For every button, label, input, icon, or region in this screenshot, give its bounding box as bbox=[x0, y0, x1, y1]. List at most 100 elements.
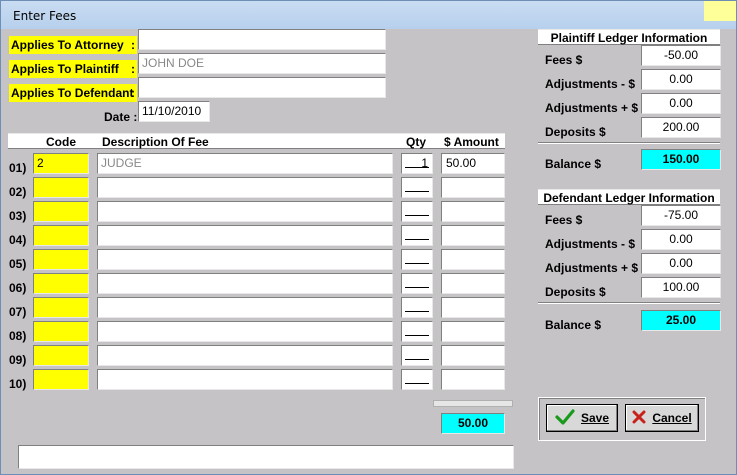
fee-code-field[interactable] bbox=[33, 249, 89, 270]
fee-qty-field[interactable] bbox=[401, 297, 433, 318]
fee-qty-field[interactable] bbox=[401, 177, 433, 198]
fee-qty-field[interactable] bbox=[401, 225, 433, 246]
save-button[interactable]: Save bbox=[546, 404, 618, 432]
defendant-fees-field[interactable]: -75.00 bbox=[641, 205, 721, 226]
row-number: 09) bbox=[9, 353, 27, 367]
fee-description-field[interactable] bbox=[97, 225, 393, 246]
plaintiff-ledger-title: Plaintiff Ledger Information bbox=[538, 29, 720, 45]
fee-code-field[interactable] bbox=[33, 225, 89, 246]
defendant-adj-minus-label: Adjustments - $ bbox=[545, 237, 636, 251]
plaintiff-fees-field[interactable]: -50.00 bbox=[641, 45, 721, 66]
plaintiff-adj-minus-label: Adjustments - $ bbox=[545, 77, 636, 91]
date-label: Date : bbox=[104, 110, 138, 124]
fee-qty-field[interactable] bbox=[401, 321, 433, 342]
fee-code-field[interactable] bbox=[33, 345, 89, 366]
defendant-ledger-title: Defendant Ledger Information bbox=[538, 189, 720, 205]
title-bar: Enter Fees bbox=[1, 1, 736, 29]
attorney-field[interactable] bbox=[138, 29, 386, 50]
fee-amount-field[interactable] bbox=[441, 177, 505, 198]
date-field[interactable]: 11/10/2010 bbox=[138, 101, 210, 122]
row-number: 03) bbox=[9, 209, 27, 223]
plaintiff-adj-plus-field[interactable]: 0.00 bbox=[641, 93, 721, 114]
attorney-colon: : bbox=[131, 38, 135, 52]
total-amount: 50.00 bbox=[441, 413, 505, 434]
defendant-field[interactable] bbox=[138, 77, 386, 98]
qty-header: Qty bbox=[406, 135, 427, 149]
fee-amount-field[interactable] bbox=[441, 297, 505, 318]
qty-underline bbox=[405, 215, 429, 216]
row-number: 06) bbox=[9, 281, 27, 295]
plaintiff-field[interactable]: JOHN DOE bbox=[138, 53, 386, 74]
fee-description-field[interactable] bbox=[97, 273, 393, 294]
save-button-label: Save bbox=[580, 411, 610, 425]
fee-qty-field[interactable] bbox=[401, 201, 433, 222]
qty-underline bbox=[405, 239, 429, 240]
total-divider bbox=[433, 400, 513, 407]
row-number: 08) bbox=[9, 329, 27, 343]
defendant-deposits-field[interactable]: 100.00 bbox=[641, 277, 721, 298]
fee-description-field[interactable] bbox=[97, 249, 393, 270]
fees-table-header: Code Description Of Fee Qty $ Amount bbox=[8, 133, 505, 149]
defendant-colon: : bbox=[131, 86, 135, 100]
defendant-label: Applies To Defendant bbox=[9, 84, 137, 102]
plaintiff-adj-plus-label: Adjustments + $ bbox=[545, 101, 639, 115]
fee-amount-field[interactable] bbox=[441, 201, 505, 222]
fee-description-field[interactable] bbox=[97, 369, 393, 390]
code-header: Code bbox=[46, 135, 76, 149]
defendant-balance-field: 25.00 bbox=[641, 310, 721, 331]
qty-underline bbox=[405, 359, 429, 360]
cancel-button-label: Cancel bbox=[652, 411, 692, 425]
checkmark-icon bbox=[555, 408, 575, 428]
fee-code-field[interactable] bbox=[33, 273, 89, 294]
plaintiff-label: Applies To Plaintiff bbox=[9, 60, 137, 78]
fee-description-field[interactable] bbox=[97, 345, 393, 366]
defendant-fees-label: Fees $ bbox=[545, 213, 583, 227]
fee-qty-field[interactable] bbox=[401, 249, 433, 270]
defendant-adj-plus-field[interactable]: 0.00 bbox=[641, 253, 721, 274]
fee-code-field[interactable] bbox=[33, 321, 89, 342]
fee-amount-field[interactable] bbox=[441, 225, 505, 246]
qty-underline bbox=[405, 263, 429, 264]
enter-fees-window: Enter Fees Applies To Attorney : Applies… bbox=[0, 0, 737, 475]
row-number: 01) bbox=[9, 161, 27, 175]
plaintiff-separator bbox=[538, 142, 720, 144]
plaintiff-adj-minus-field[interactable]: 0.00 bbox=[641, 69, 721, 90]
description-header: Description Of Fee bbox=[102, 135, 209, 149]
cancel-button[interactable]: Cancel bbox=[625, 404, 699, 432]
qty-underline bbox=[405, 311, 429, 312]
fee-code-field[interactable] bbox=[33, 369, 89, 390]
fee-description-field[interactable] bbox=[97, 201, 393, 222]
fee-qty-field[interactable]: 1 bbox=[401, 153, 433, 174]
fee-code-field[interactable]: 2 bbox=[33, 153, 89, 174]
fee-amount-field[interactable] bbox=[441, 273, 505, 294]
defendant-balance-label: Balance $ bbox=[545, 318, 602, 332]
defendant-separator bbox=[538, 302, 720, 304]
attorney-label: Applies To Attorney bbox=[9, 36, 137, 54]
plaintiff-fees-label: Fees $ bbox=[545, 53, 583, 67]
fee-amount-field[interactable] bbox=[441, 345, 505, 366]
form-area: Applies To Attorney : Applies To Plainti… bbox=[1, 29, 736, 474]
cancel-x-icon bbox=[632, 410, 646, 427]
amount-header: $ Amount bbox=[444, 135, 499, 149]
qty-underline bbox=[405, 191, 429, 192]
fee-amount-field[interactable] bbox=[441, 369, 505, 390]
plaintiff-balance-field: 150.00 bbox=[641, 149, 721, 170]
fee-description-field[interactable]: JUDGE bbox=[97, 153, 393, 174]
fee-code-field[interactable] bbox=[33, 201, 89, 222]
fee-qty-field[interactable] bbox=[401, 345, 433, 366]
qty-underline bbox=[405, 335, 429, 336]
row-number: 04) bbox=[9, 233, 27, 247]
fee-code-field[interactable] bbox=[33, 297, 89, 318]
defendant-adj-minus-field[interactable]: 0.00 bbox=[641, 229, 721, 250]
plaintiff-deposits-field[interactable]: 200.00 bbox=[641, 117, 721, 138]
fee-qty-field[interactable] bbox=[401, 369, 433, 390]
fee-description-field[interactable] bbox=[97, 177, 393, 198]
fee-amount-field[interactable] bbox=[441, 249, 505, 270]
fee-amount-field[interactable] bbox=[441, 321, 505, 342]
fee-qty-field[interactable] bbox=[401, 273, 433, 294]
fee-code-field[interactable] bbox=[33, 177, 89, 198]
fee-amount-field[interactable]: 50.00 bbox=[441, 153, 505, 174]
window-title: Enter Fees bbox=[13, 9, 77, 23]
fee-description-field[interactable] bbox=[97, 297, 393, 318]
fee-description-field[interactable] bbox=[97, 321, 393, 342]
